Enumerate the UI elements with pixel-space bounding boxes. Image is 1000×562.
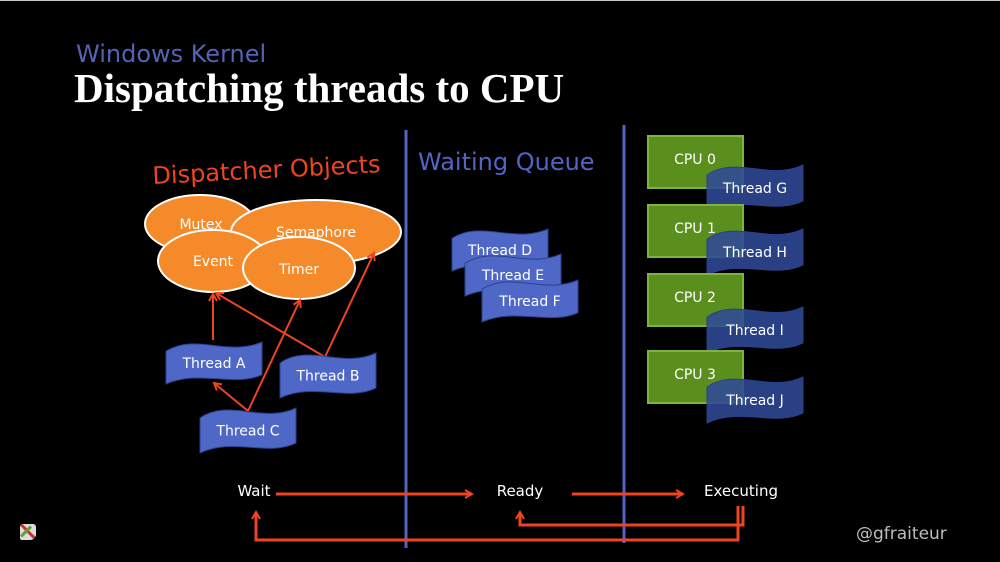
thread-executing-2: Thread I [706,306,804,354]
arrow-executing-to-wait [256,506,740,542]
diagram: Dispatcher Objects Waiting Queue Mutex S… [144,125,804,548]
cpu-label: CPU 2 [674,290,716,306]
state-ready: Ready [497,482,544,500]
thread-b-label: Thread B [295,369,359,385]
dispatcher-objects-header: Dispatcher Objects [152,150,381,190]
thread-a: Thread A [165,341,263,385]
event-label: Event [193,254,234,270]
thread-c-label: Thread C [215,424,279,440]
cpu-label: CPU 1 [674,221,716,237]
thread-c: Thread C [199,407,297,454]
arrow-c-to-a [214,383,249,412]
thread-executing-0-label: Thread G [722,181,787,197]
thread-f: Thread F [481,279,579,323]
dispatcher-object-timer: Timer [242,236,356,300]
state-wait: Wait [237,482,270,500]
app-logo-icon [20,524,36,540]
thread-executing-3: Thread J [706,376,804,424]
cpu-label: CPU 0 [674,152,716,168]
thread-b: Thread B [279,352,377,399]
timer-label: Timer [278,262,319,278]
thread-a-label: Thread A [182,356,246,372]
state-arrows [256,494,745,542]
state-executing: Executing [704,482,778,500]
thread-executing-1-label: Thread H [722,245,787,261]
thread-executing-2-label: Thread I [725,323,784,339]
thread-executing-1: Thread H [706,228,804,276]
waiting-queue-header: Waiting Queue [418,148,595,176]
cpu-label: CPU 3 [674,367,716,383]
arrow-executing-to-ready [520,506,745,527]
author-handle: @gfraiteur [856,524,947,544]
thread-f-label: Thread F [498,294,560,310]
thread-executing-3-label: Thread J [725,393,784,409]
